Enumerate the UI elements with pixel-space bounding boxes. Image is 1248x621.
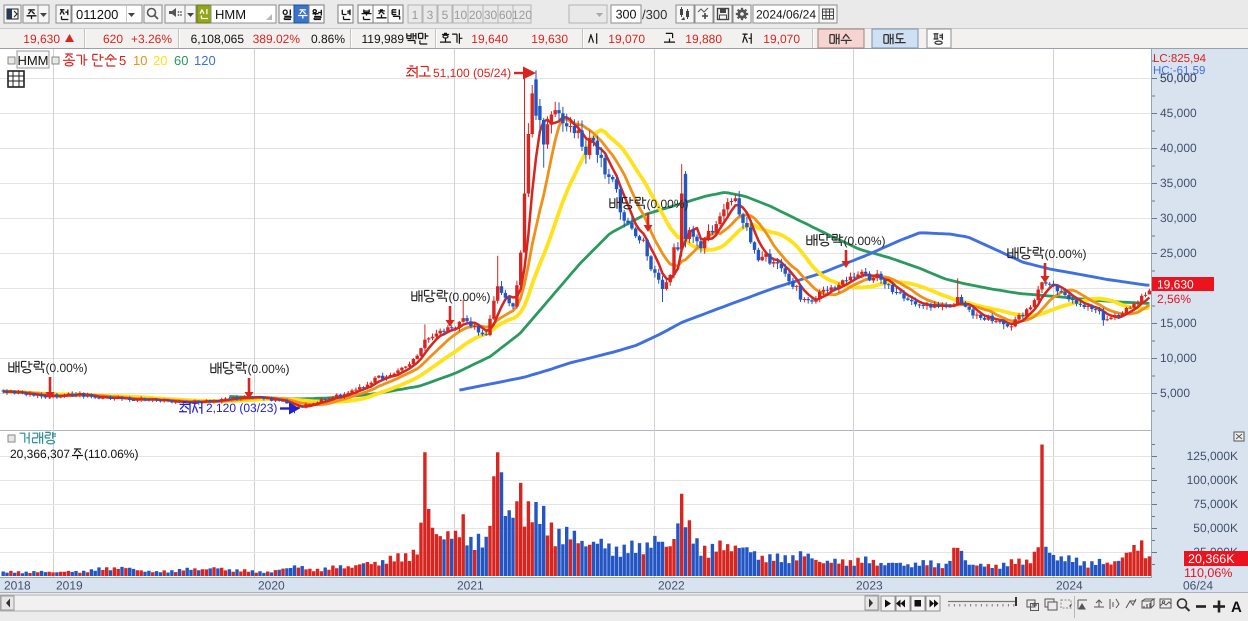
svg-text:(0.00%): (0.00%): [248, 362, 290, 376]
svg-text:2024/06/24: 2024/06/24: [756, 8, 816, 22]
svg-text:20: 20: [469, 8, 483, 22]
svg-text:6,108,065: 6,108,065: [191, 32, 245, 46]
svg-text:15,000: 15,000: [1160, 316, 1197, 330]
svg-text:40,000: 40,000: [1160, 141, 1197, 155]
svg-text:35,000: 35,000: [1160, 176, 1197, 190]
svg-text:30,000: 30,000: [1160, 211, 1197, 225]
svg-text:HMM: HMM: [17, 53, 48, 68]
svg-text:5: 5: [442, 8, 449, 22]
svg-text:120: 120: [512, 8, 532, 22]
svg-text:(0.00%): (0.00%): [647, 197, 689, 211]
svg-text:300: 300: [616, 8, 637, 22]
svg-text:100,000K: 100,000K: [1187, 473, 1238, 487]
svg-text:120: 120: [194, 53, 216, 68]
svg-text:389.02%: 389.02%: [253, 32, 301, 46]
svg-text:(0.00%): (0.00%): [449, 290, 491, 304]
svg-text:2019: 2019: [56, 579, 83, 593]
svg-text:2023: 2023: [856, 579, 883, 593]
svg-text:60: 60: [174, 53, 188, 68]
svg-text:2022: 2022: [658, 579, 685, 593]
svg-text:19,640: 19,640: [471, 32, 508, 46]
svg-text:HC:-61,59: HC:-61,59: [1153, 65, 1205, 77]
svg-text:75,000K: 75,000K: [1193, 497, 1238, 511]
svg-text:45,000: 45,000: [1160, 106, 1197, 120]
svg-text:1: 1: [412, 8, 419, 22]
svg-text:20,366K: 20,366K: [1188, 552, 1235, 566]
svg-text:19,630: 19,630: [23, 32, 60, 46]
svg-text:20,366,307: 20,366,307: [10, 447, 70, 461]
svg-text:5: 5: [119, 53, 126, 68]
svg-text:25,000: 25,000: [1160, 246, 1197, 260]
svg-text:19,630: 19,630: [531, 32, 568, 46]
svg-text:5,000: 5,000: [1160, 386, 1190, 400]
svg-text:HMM: HMM: [215, 7, 246, 22]
svg-text:19,070: 19,070: [608, 32, 645, 46]
svg-text:2020: 2020: [258, 579, 285, 593]
svg-text:20: 20: [153, 53, 167, 68]
svg-text:2024: 2024: [1056, 579, 1083, 593]
svg-text:3: 3: [427, 8, 434, 22]
svg-text:2021: 2021: [457, 579, 484, 593]
svg-text:10: 10: [454, 8, 468, 22]
svg-text:19,630: 19,630: [1157, 278, 1194, 292]
svg-text:011200: 011200: [76, 7, 118, 22]
svg-text:06/24: 06/24: [1183, 579, 1213, 593]
svg-text:(0.00%): (0.00%): [1045, 247, 1087, 261]
svg-text:A: A: [1231, 599, 1242, 616]
svg-text:0.86%: 0.86%: [311, 32, 345, 46]
svg-text:(0.00%): (0.00%): [844, 234, 886, 248]
svg-text:119,989: 119,989: [362, 32, 405, 46]
svg-text:2,56%: 2,56%: [1157, 292, 1191, 306]
svg-text:2018: 2018: [4, 579, 31, 593]
svg-text:10: 10: [133, 53, 147, 68]
svg-text:2,120 (03/23): 2,120 (03/23): [206, 401, 277, 415]
svg-text:/300: /300: [642, 7, 667, 22]
svg-text:10,000: 10,000: [1160, 351, 1197, 365]
svg-text:+3.26%: +3.26%: [131, 32, 172, 46]
svg-text:19,880: 19,880: [685, 32, 722, 46]
svg-text:(0.00%): (0.00%): [46, 361, 88, 375]
svg-text:125,000K: 125,000K: [1187, 449, 1238, 463]
svg-text:60: 60: [499, 8, 513, 22]
svg-text:50,000K: 50,000K: [1193, 521, 1238, 535]
svg-text:LC:825,94: LC:825,94: [1153, 53, 1207, 65]
svg-text:19,070: 19,070: [763, 32, 800, 46]
svg-text:(110.06%): (110.06%): [84, 447, 138, 461]
svg-text:51,100 (05/24): 51,100 (05/24): [433, 66, 511, 80]
svg-text:30: 30: [484, 8, 498, 22]
svg-text:620: 620: [103, 32, 123, 46]
